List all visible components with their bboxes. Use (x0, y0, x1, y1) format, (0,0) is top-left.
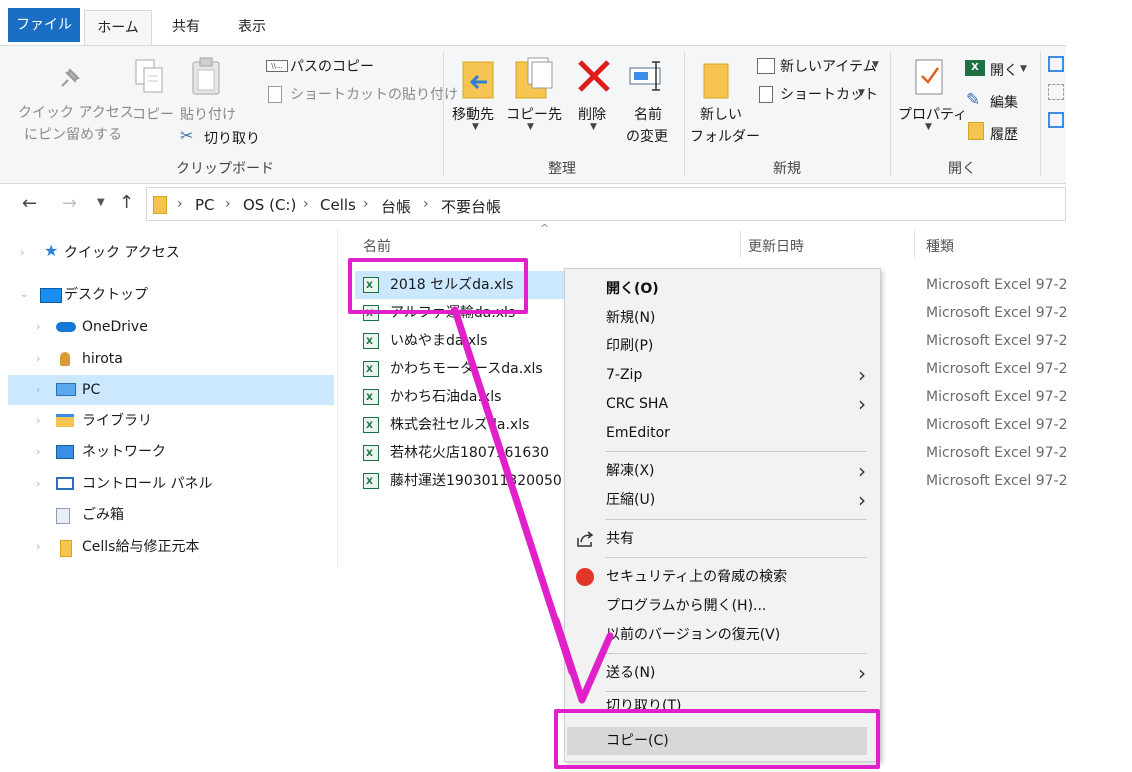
annotation-arrow-icon (451, 306, 614, 704)
